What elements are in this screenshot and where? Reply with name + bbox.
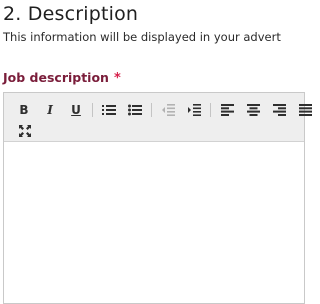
align-justify-button[interactable] xyxy=(295,100,315,120)
align-right-icon xyxy=(272,104,286,116)
decrease-indent-icon xyxy=(162,104,175,116)
italic-icon: I xyxy=(47,103,53,117)
job-description-textarea[interactable] xyxy=(4,142,304,303)
align-center-icon xyxy=(246,104,260,116)
increase-indent-icon xyxy=(188,104,201,116)
maximize-icon xyxy=(19,125,31,137)
align-justify-icon xyxy=(298,104,312,116)
underline-button[interactable]: U xyxy=(66,100,86,120)
toolbar-separator xyxy=(151,103,152,117)
section-subtitle: This information will be displayed in yo… xyxy=(3,30,281,44)
bulleted-list-icon xyxy=(128,104,142,116)
underline-icon: U xyxy=(71,103,81,117)
align-center-button[interactable] xyxy=(243,100,263,120)
numbered-list-button[interactable] xyxy=(99,100,119,120)
job-description-label: Job description * xyxy=(3,70,121,86)
italic-button[interactable]: I xyxy=(40,100,60,120)
align-right-button[interactable] xyxy=(269,100,289,120)
bold-icon: B xyxy=(19,103,29,117)
increase-indent-button[interactable] xyxy=(184,100,204,120)
editor-toolbar: B I U xyxy=(4,93,312,142)
job-description-editor: B I U xyxy=(3,92,312,304)
toolbar-separator xyxy=(92,103,93,117)
bulleted-list-button[interactable] xyxy=(125,100,145,120)
maximize-button[interactable] xyxy=(18,124,32,138)
numbered-list-icon xyxy=(102,105,116,115)
job-description-label-text: Job description xyxy=(3,70,109,85)
align-left-icon xyxy=(220,104,234,116)
toolbar-separator xyxy=(210,103,211,117)
section-title: 2. Description xyxy=(3,3,139,25)
bold-button[interactable]: B xyxy=(14,100,34,120)
align-left-button[interactable] xyxy=(217,100,237,120)
decrease-indent-button[interactable] xyxy=(158,100,178,120)
required-marker: * xyxy=(113,71,121,86)
